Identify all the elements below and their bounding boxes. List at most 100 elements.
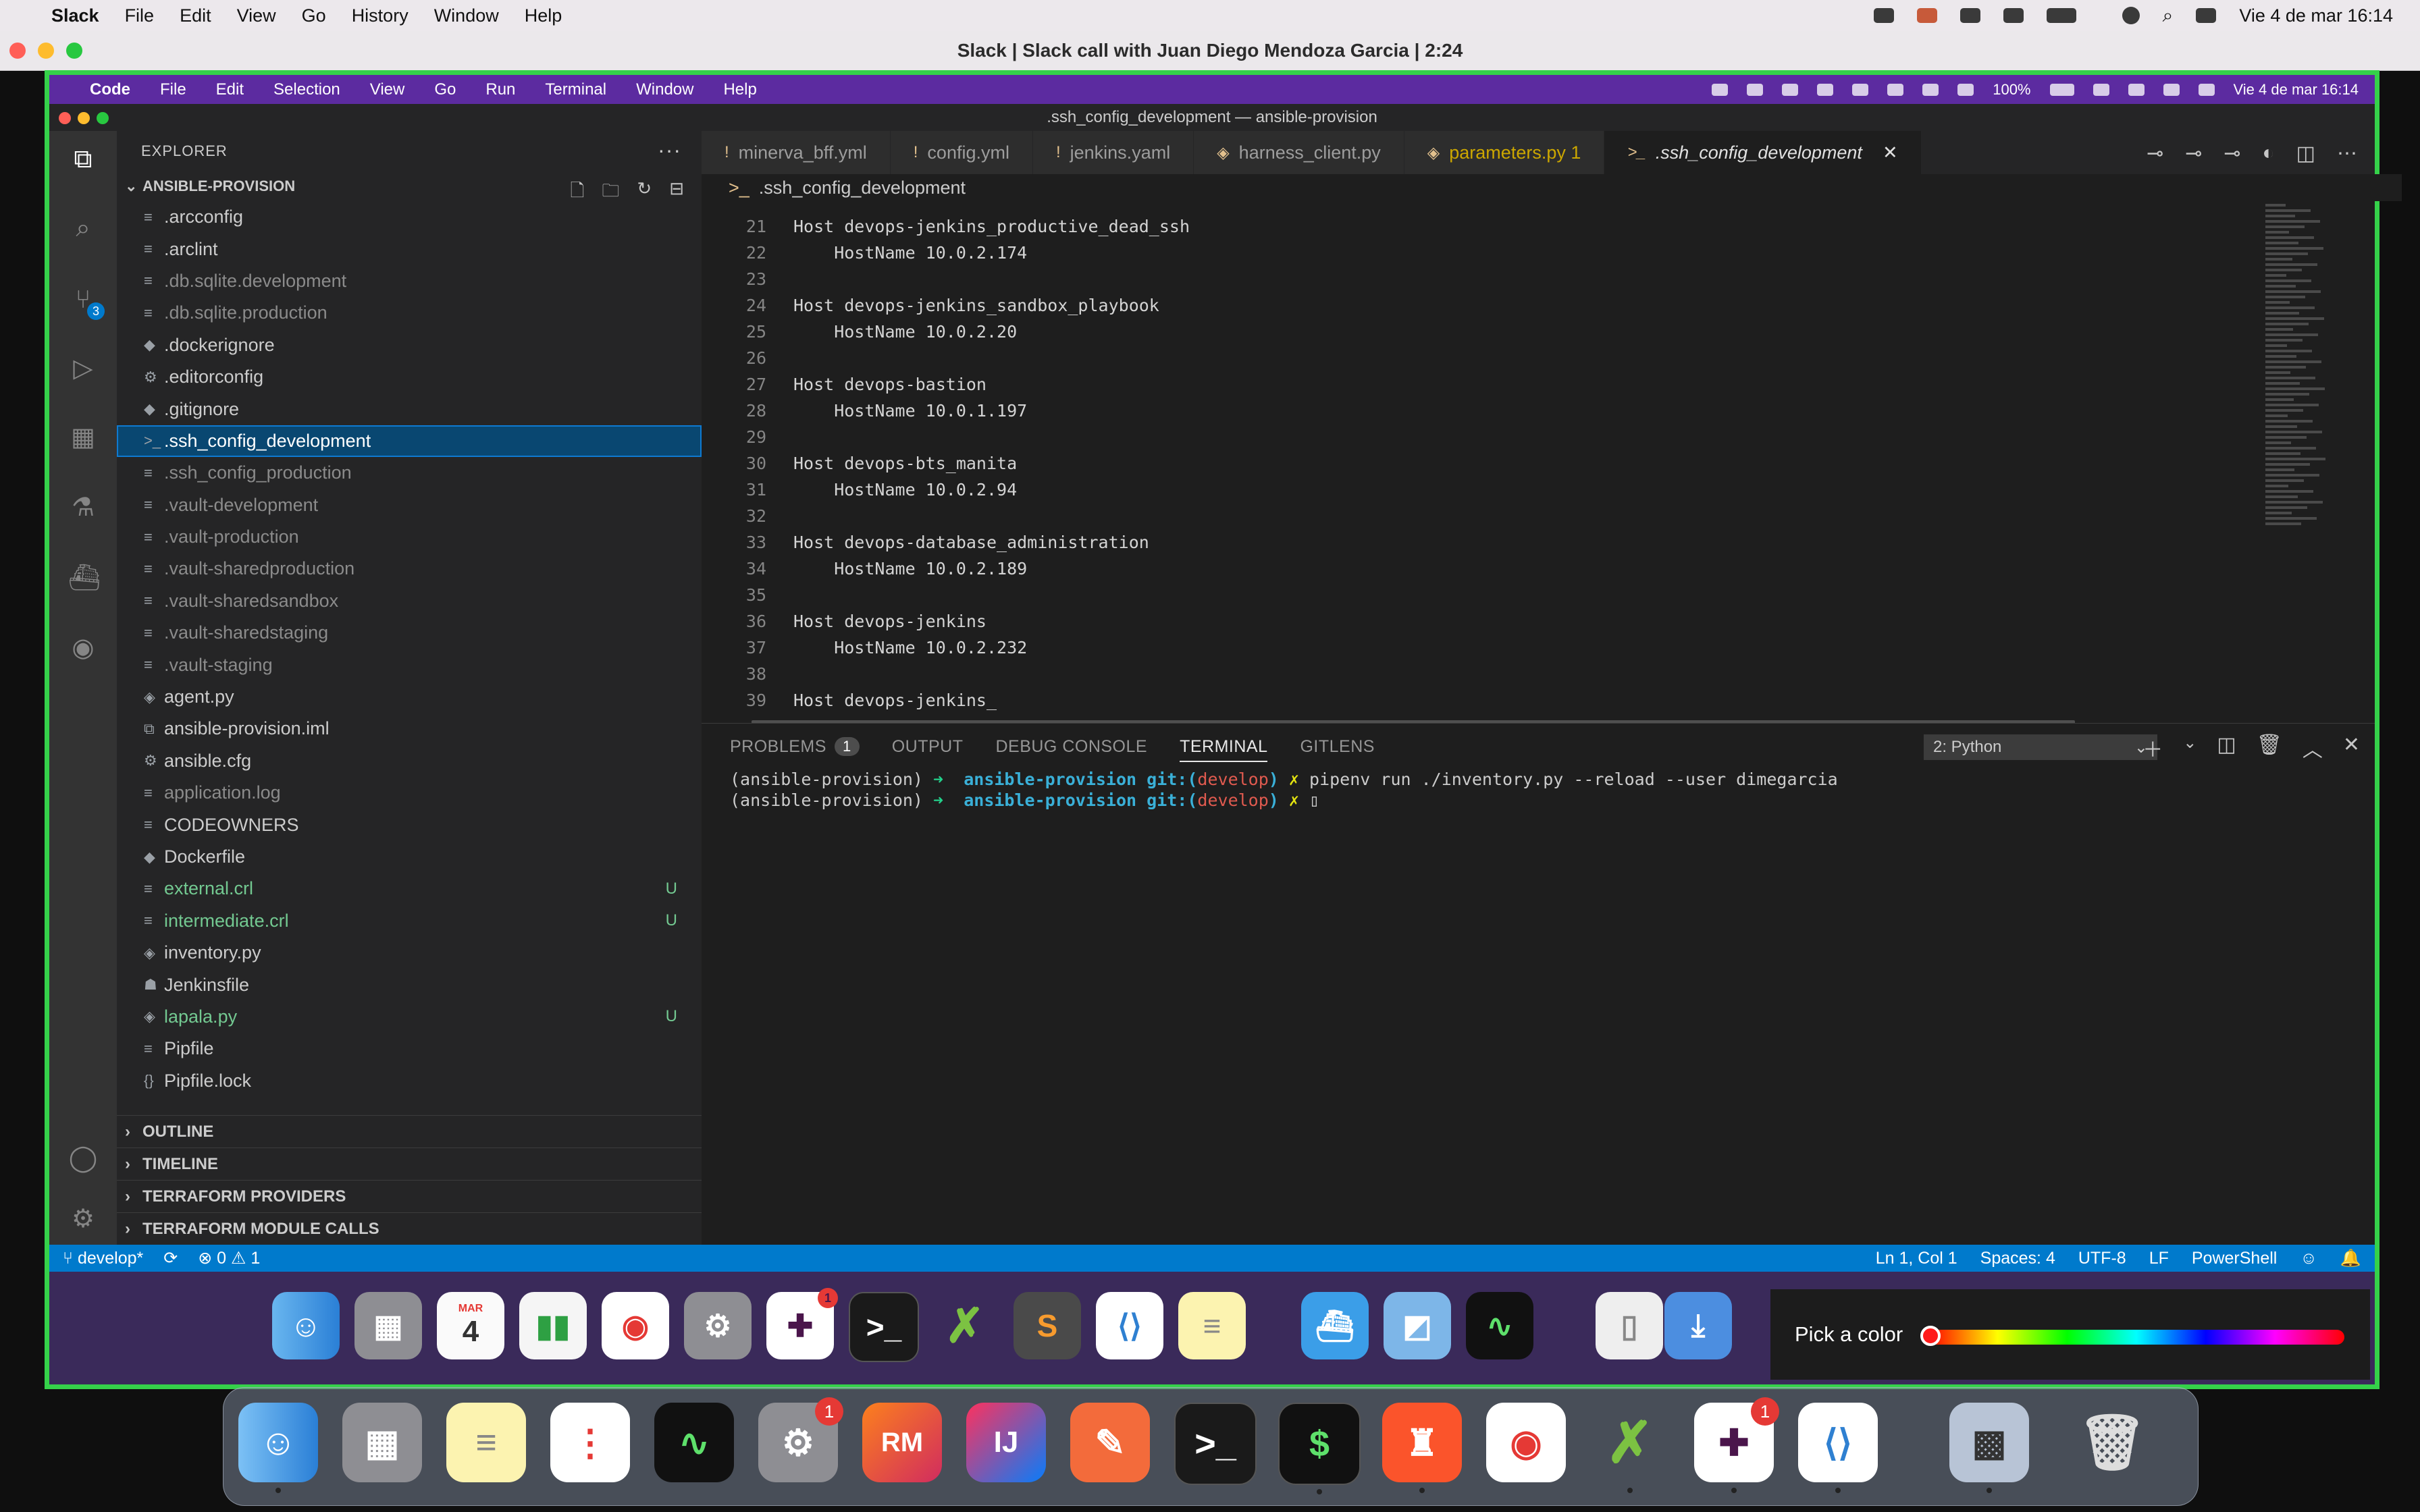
terminal-space xyxy=(943,790,964,810)
code-line: 24 Host devops-jenkins_sandbox_playbook xyxy=(702,292,2255,319)
dock-rubymine-icon[interactable]: RM xyxy=(862,1403,942,1482)
menu-view[interactable]: View xyxy=(237,5,276,26)
panel-tab-terminal: TERMINAL xyxy=(1180,737,1268,762)
menu-edit[interactable]: Edit xyxy=(180,5,211,26)
minimap-line xyxy=(2265,409,2303,412)
code-text: HostName 10.0.2.232 xyxy=(793,638,1028,657)
slack-close-button[interactable] xyxy=(9,43,26,59)
dock-preview-icon[interactable]: ▩ xyxy=(1949,1403,2029,1493)
file-row: ⚙ ansible.cfg xyxy=(117,745,702,777)
minimap-line xyxy=(2265,506,2307,509)
dock-terminal-icon[interactable]: >_ xyxy=(1174,1403,1257,1485)
line-number: 21 xyxy=(745,217,766,236)
menu-go[interactable]: Go xyxy=(302,5,326,26)
code-line: 23 xyxy=(702,266,2255,292)
terminal-file-icon: >_ xyxy=(729,177,749,198)
dock-reminders-icon[interactable]: ⋮ xyxy=(550,1403,630,1482)
slack-huddle-icon[interactable] xyxy=(1916,8,1937,23)
code-line: 27 Host devops-bastion xyxy=(702,371,2255,398)
minimap-line xyxy=(2265,312,2299,315)
menubar-clock[interactable]: Vie 4 de mar 16:14 xyxy=(2239,5,2393,26)
dock-vscode-icon[interactable]: ⟨⟩ xyxy=(1798,1403,1878,1493)
dock-finder-icon[interactable]: ☺ xyxy=(238,1403,318,1493)
terminal-close: ) xyxy=(1268,770,1279,789)
minimap-line xyxy=(2265,236,2314,239)
extensions-icon: ▦ xyxy=(71,423,95,452)
settings-badge: 1 xyxy=(815,1397,843,1426)
file-name: Dockerfile xyxy=(164,846,246,867)
dock-iterm-icon[interactable]: $ xyxy=(1278,1403,1361,1494)
line-number: 28 xyxy=(745,401,766,421)
sidebar-section: › TERRAFORM MODULE CALLS xyxy=(117,1212,702,1245)
slack-zoom-button[interactable] xyxy=(66,43,82,59)
screen-share-icon[interactable] xyxy=(1873,8,1894,23)
menu-file[interactable]: File xyxy=(125,5,155,26)
file-name: ansible.cfg xyxy=(164,750,252,771)
dock-settings-icon[interactable]: ⚙ 1 xyxy=(758,1397,843,1482)
color-hue-slider[interactable] xyxy=(1928,1330,2344,1345)
shared-dock-numbers-icon: ▮▮ xyxy=(519,1292,587,1359)
dock-activity-monitor-icon[interactable]: ∿ xyxy=(654,1403,734,1482)
minimap-line xyxy=(2265,474,2319,477)
terminal-space xyxy=(1279,790,1289,810)
minimap-line xyxy=(2265,414,2288,417)
sidebar-section: › TIMELINE xyxy=(117,1148,702,1180)
file-row: ◈ inventory.py xyxy=(117,937,702,969)
dock-xcode-icon[interactable]: ✗ xyxy=(1590,1403,1670,1493)
terminal-dir: ansible-provision xyxy=(964,790,1137,810)
shared-menu-go: Go xyxy=(434,80,456,99)
dock-launchpad-icon[interactable]: ▦ xyxy=(342,1403,422,1482)
minimap-line xyxy=(2265,225,2305,228)
code-line: 38 xyxy=(702,661,2255,687)
user-icon[interactable] xyxy=(2122,7,2140,24)
slack-minimize-button[interactable] xyxy=(38,43,54,59)
dock-intellij-icon[interactable]: IJ xyxy=(966,1403,1046,1482)
dock-brave-icon[interactable]: ♜ xyxy=(1382,1403,1462,1493)
file-type-icon: ≡ xyxy=(144,592,153,610)
menu-help[interactable]: Help xyxy=(525,5,562,26)
keyboard-icon[interactable] xyxy=(2003,8,2024,23)
close-panel-icon: ✕ xyxy=(2342,734,2360,756)
file-name: intermediate.crl xyxy=(164,910,289,931)
file-name: .arclint xyxy=(164,238,218,259)
minimap-line xyxy=(2265,252,2308,255)
control-center-icon[interactable] xyxy=(2196,8,2217,23)
shared-tray-icon xyxy=(1817,83,1834,96)
git-branch-name: develop* xyxy=(77,1248,144,1268)
file-name: Pipfile.lock xyxy=(164,1070,252,1091)
vpn-icon[interactable] xyxy=(1959,8,1980,23)
minimap-line xyxy=(2265,258,2292,261)
file-row: ≡ .ssh_config_production xyxy=(117,457,702,489)
testing-icon: ⚗ xyxy=(71,493,95,522)
slack-badge: 1 xyxy=(1751,1397,1779,1426)
spotlight-icon[interactable]: ⌕ xyxy=(2163,5,2174,27)
dock: ☺ ▦ ≡ ⋮ ∿ ⚙ 1 RM IJ ✎ >_ $ ♜ ◉ ✗ ✚ 1 ⟨⟩ ▩ … xyxy=(223,1387,2199,1506)
docker-icon: ⛴ xyxy=(68,564,101,592)
shared-control-icon xyxy=(2198,83,2215,96)
shared-dock-settings-icon: ⚙ xyxy=(684,1292,752,1359)
code-text: HostName 10.0.2.174 xyxy=(793,243,1028,263)
minimap-line xyxy=(2265,485,2288,487)
dock-pen-icon[interactable]: ✎ xyxy=(1070,1403,1150,1482)
minimap-line xyxy=(2265,317,2324,320)
battery-icon[interactable] xyxy=(2046,8,2076,23)
file-row: ≡ .vault-development xyxy=(117,489,702,521)
menu-app-name[interactable]: Slack xyxy=(51,5,99,26)
untracked-badge: U xyxy=(665,879,677,898)
menu-history[interactable]: History xyxy=(352,5,409,26)
line-number: 24 xyxy=(745,296,766,315)
tab-label: parameters.py 1 xyxy=(1449,142,1581,163)
dock-notes-icon[interactable]: ≡ xyxy=(446,1403,526,1482)
file-name: .vault-sharedstaging xyxy=(164,622,329,643)
section-title: TERRAFORM PROVIDERS xyxy=(142,1187,346,1206)
line-number: 31 xyxy=(745,480,766,500)
terminal-space xyxy=(1299,770,1309,789)
shared-menu-run: Run xyxy=(485,80,516,99)
menu-window[interactable]: Window xyxy=(434,5,499,26)
dock-slack-icon[interactable]: ✚ 1 xyxy=(1694,1397,1779,1493)
dock-chrome-icon[interactable]: ◉ xyxy=(1486,1403,1566,1482)
minimap-line xyxy=(2265,247,2323,250)
color-slider-knob[interactable] xyxy=(1920,1326,1941,1346)
sidebar-section: › OUTLINE xyxy=(117,1115,702,1148)
dock-trash-icon[interactable]: 🗑 xyxy=(2072,1403,2152,1482)
